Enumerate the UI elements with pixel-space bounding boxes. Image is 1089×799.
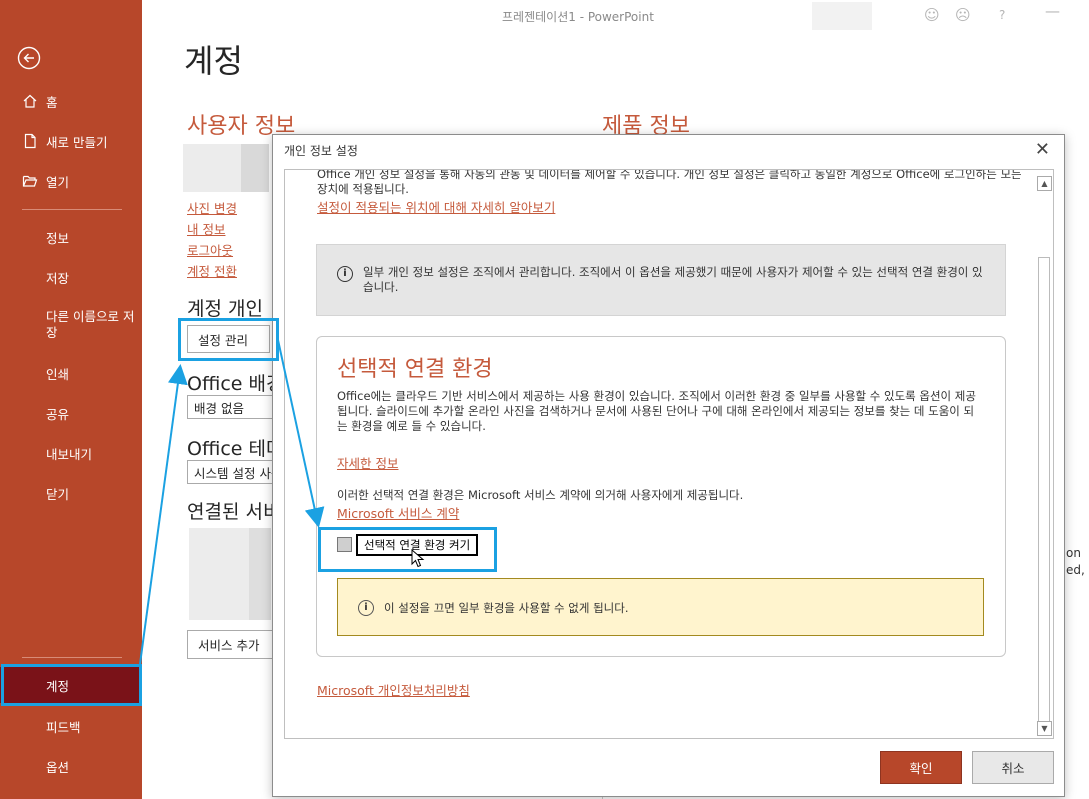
vertical-scrollbar[interactable]: ▲ ▼: [1037, 171, 1052, 737]
smiley-icon[interactable]: ☺: [924, 6, 940, 24]
nav-item-home[interactable]: 홈: [0, 83, 142, 119]
add-service-button[interactable]: 서비스 추가: [187, 630, 273, 659]
scroll-down-icon[interactable]: ▼: [1037, 721, 1052, 736]
dialog-intro-text: Office 개인 정보 설정을 통해 자동의 관동 및 데이터를 제어할 수 …: [317, 169, 1022, 196]
backstage-nav: 홈 새로 만들기 열기 정보 저장 다른 이름으로 저장 인쇄 공유 내보내기 …: [0, 0, 142, 799]
nav-item-label: 홈: [46, 94, 58, 110]
nav-item-export[interactable]: 내보내기: [0, 435, 142, 471]
about-me-link[interactable]: 내 정보: [187, 219, 225, 238]
scroll-up-icon[interactable]: ▲: [1037, 176, 1052, 191]
product-info-text-fragment: ed,: [1066, 563, 1085, 577]
nav-item-print[interactable]: 인쇄: [0, 355, 142, 391]
nav-item-label: 새로 만들기: [46, 134, 108, 150]
section-description: Office에는 클라우드 기반 서비스에서 제공하는 사용 환경이 있습니다.…: [337, 389, 976, 433]
privacy-statement-link[interactable]: Microsoft 개인정보처리방침: [317, 680, 470, 699]
close-icon[interactable]: ✕: [1035, 139, 1050, 160]
nav-item-label: 닫기: [46, 486, 70, 502]
warning-notice: i 이 설정을 끄면 일부 환경을 사용할 수 없게 됩니다.: [337, 578, 984, 636]
connected-services-heading: 연결된 서비스: [187, 501, 273, 523]
office-background-dropdown[interactable]: 배경 없음: [187, 395, 273, 419]
nav-item-share[interactable]: 공유: [0, 395, 142, 431]
user-account-area[interactable]: [812, 2, 872, 30]
nav-item-label: 정보: [46, 230, 70, 246]
user-photo-shade: [241, 144, 269, 192]
scrollbar-thumb[interactable]: [1038, 257, 1050, 722]
nav-divider: [22, 657, 122, 658]
account-privacy-heading: 계정 개인: [187, 298, 263, 320]
connected-experiences-checkbox[interactable]: [337, 537, 352, 552]
managed-settings-notice: i 일부 개인 정보 설정은 조직에서 관리합니다. 조직에서 이 옵션을 제공…: [316, 244, 1006, 316]
dialog-title: 개인 정보 설정: [284, 144, 358, 158]
switch-account-link[interactable]: 계정 전환: [187, 261, 237, 280]
nav-item-close[interactable]: 닫기: [0, 475, 142, 511]
office-theme-dropdown[interactable]: 시스템 설정 사용: [187, 460, 273, 484]
nav-item-label: 내보내기: [46, 446, 93, 462]
nav-item-feedback[interactable]: 피드백: [0, 708, 142, 744]
nav-item-open[interactable]: 열기: [0, 163, 142, 199]
managed-settings-text: 일부 개인 정보 설정은 조직에서 관리합니다. 조직에서 이 옵션을 제공했기…: [363, 265, 983, 294]
manage-settings-button[interactable]: 설정 관리: [187, 325, 270, 353]
nav-item-options[interactable]: 옵션: [0, 748, 142, 784]
minimize-icon[interactable]: —: [1045, 2, 1060, 20]
cursor-icon: [411, 549, 425, 568]
agreement-text: 이러한 선택적 연결 환경은 Microsoft 서비스 계약에 의거해 사용자…: [337, 488, 744, 502]
optional-connected-experiences-panel: 선택적 연결 환경 Office에는 클라우드 기반 서비스에서 제공하는 사용…: [316, 336, 1006, 657]
office-theme-heading: Office 테마: [187, 438, 273, 460]
nav-item-label: 계정: [46, 678, 70, 694]
learn-more-link[interactable]: 자세한 정보: [337, 453, 398, 472]
cancel-button[interactable]: 취소: [972, 751, 1054, 784]
nav-item-label: 피드백: [46, 719, 81, 735]
window-title: 프레젠테이션1 - PowerPoint: [502, 10, 654, 24]
info-icon: i: [337, 266, 353, 282]
nav-item-label: 인쇄: [46, 366, 70, 382]
nav-item-label: 열기: [46, 174, 70, 190]
arrow-to-manage-settings: [139, 364, 188, 665]
nav-item-label: 저장: [46, 270, 70, 286]
page-title: 계정: [184, 42, 243, 80]
sign-out-link[interactable]: 로그아웃: [187, 240, 233, 259]
back-arrow-icon[interactable]: [17, 46, 41, 70]
services-agreement-link[interactable]: Microsoft 서비스 계약: [337, 503, 459, 522]
open-folder-icon: [22, 175, 38, 187]
change-photo-link[interactable]: 사진 변경: [187, 198, 237, 217]
nav-item-label: 공유: [46, 406, 70, 422]
nav-divider: [22, 209, 122, 210]
section-heading: 선택적 연결 환경: [337, 357, 493, 382]
ok-button[interactable]: 확인: [880, 751, 962, 784]
settings-location-link[interactable]: 설정이 적용되는 위치에 대해 자세히 알아보기: [317, 197, 555, 216]
nav-item-new[interactable]: 새로 만들기: [0, 123, 142, 159]
nav-item-info[interactable]: 정보: [0, 219, 142, 255]
nav-item-save-as[interactable]: 다른 이름으로 저장: [46, 309, 136, 341]
product-info-text-fragment: on: [1066, 546, 1081, 560]
privacy-settings-dialog: 개인 정보 설정 ✕ Office 개인 정보 설정을 통해 자동의 관동 및 …: [272, 134, 1065, 797]
dialog-scroll-area[interactable]: Office 개인 정보 설정을 통해 자동의 관동 및 데이터를 제어할 수 …: [284, 169, 1054, 739]
info-icon: i: [358, 600, 374, 616]
frown-icon[interactable]: ☹: [955, 6, 971, 24]
office-background-heading: Office 배경: [187, 373, 273, 395]
new-file-icon: [24, 133, 36, 149]
nav-item-save[interactable]: 저장: [0, 259, 142, 295]
warning-text: 이 설정을 끄면 일부 환경을 사용할 수 없게 됩니다.: [384, 601, 629, 615]
connected-service-image-shade: [249, 528, 271, 620]
home-icon: [23, 94, 37, 108]
help-icon[interactable]: ?: [999, 8, 1005, 22]
nav-item-account[interactable]: 계정: [0, 667, 142, 703]
nav-item-label: 옵션: [46, 759, 70, 775]
